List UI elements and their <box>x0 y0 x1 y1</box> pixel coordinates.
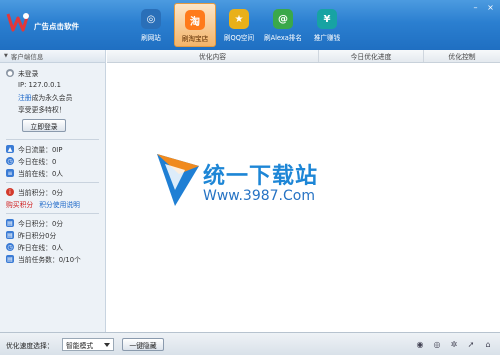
points-text: 当前积分：0分 <box>18 189 64 197</box>
globe-icon: ◎ <box>141 9 161 29</box>
money-icon: ¥ <box>317 9 337 29</box>
stat-row: ◷ 昨日在线：0人 <box>0 241 105 253</box>
nav-label: 刷Alexa排名 <box>263 34 302 42</box>
eye-icon[interactable]: ◎ <box>431 338 443 350</box>
watermark-logo-icon <box>157 154 199 206</box>
settings-icon[interactable]: ✲ <box>448 338 460 350</box>
register-text: 成为永久会员 <box>31 94 73 102</box>
register-link[interactable]: 注册 <box>18 92 32 102</box>
speed-label: 优化速度选择： <box>6 342 54 350</box>
privilege-text: 享受更多特权！ <box>0 103 105 115</box>
sidebar-header-label: 客户端信息 <box>10 53 44 61</box>
stat-row: ▤ 当前任务数：0/10个 <box>0 253 105 265</box>
divider <box>6 182 99 183</box>
nav-item-alexa[interactable]: @ 刷Alexa排名 <box>262 3 304 47</box>
stat-text: 当前在线：0人 <box>18 170 64 178</box>
watermark: 统一下载站 Www.3987.Com <box>155 150 345 220</box>
nav-label: 刷QQ空间 <box>223 34 255 42</box>
stat-row: ▤ 今日积分：0分 <box>0 217 105 229</box>
stat-text: 今日在线：0 <box>18 158 57 166</box>
watermark-url: Www.3987.Com <box>203 188 315 204</box>
points-links: 购买积分 积分使用说明 <box>0 198 105 210</box>
privilege-label: 享受更多特权！ <box>18 106 66 114</box>
speed-select[interactable]: 智能模式 <box>62 338 114 351</box>
window-controls: – × <box>466 2 496 13</box>
watermark-text: 统一下载站 <box>203 164 319 189</box>
qq-icon[interactable]: ◉ <box>414 338 426 350</box>
collapse-arrow-icon: ▼ <box>4 53 8 59</box>
status-bar: 优化速度选择： 智能模式 一键隐藏 ◉ ◎ ✲ ➚ ⌂ <box>0 332 500 355</box>
taobao-icon: 淘 <box>185 10 205 30</box>
close-button[interactable]: × <box>485 2 496 13</box>
alarm-clock-icon: ◷ <box>6 157 14 165</box>
stat-text: 昨日积分0分 <box>18 232 57 240</box>
points-row: i 当前积分：0分 <box>0 186 105 198</box>
nav-item-taobao[interactable]: 淘 刷淘宝店 <box>174 3 216 47</box>
rocket-icon[interactable]: ➚ <box>465 338 477 350</box>
nav-label: 刷网站 <box>141 34 161 42</box>
nav-item-earn[interactable]: ¥ 推广赚钱 <box>306 3 348 47</box>
ip-text: IP: 127.0.0.1 <box>18 81 61 89</box>
users-icon: ≡ <box>6 169 14 177</box>
stat-text: 今日积分：0分 <box>18 220 64 228</box>
speed-select-value: 智能模式 <box>66 341 94 350</box>
home-icon[interactable]: ⌂ <box>482 338 494 350</box>
at-sign-icon: @ <box>273 9 293 29</box>
minimize-button[interactable]: – <box>470 2 481 13</box>
stat-text: 当前任务数：0/10个 <box>18 256 81 264</box>
stat-row: ≡ 当前在线：0人 <box>0 167 105 179</box>
column-header-content[interactable]: 优化内容 <box>107 50 319 62</box>
chevron-down-icon <box>104 343 110 347</box>
nav-label: 刷淘宝店 <box>181 35 209 43</box>
login-status: ● 未登录 <box>0 67 105 79</box>
app-logo <box>6 13 30 32</box>
stat-text: 昨日在线：0人 <box>18 244 64 252</box>
points-help-link[interactable]: 积分使用说明 <box>39 199 80 209</box>
stat-text: 今日流量：0IP <box>18 146 63 154</box>
chart-icon: ▤ <box>6 255 14 263</box>
title-bar: 广告点击软件 ◎ 刷网站 淘 刷淘宝店 ★ 刷QQ空间 @ 刷Alexa排名 ¥… <box>0 0 500 50</box>
divider <box>6 139 99 140</box>
alarm-clock-icon: ◷ <box>6 243 14 251</box>
main-nav: ◎ 刷网站 淘 刷淘宝店 ★ 刷QQ空间 @ 刷Alexa排名 ¥ 推广赚钱 <box>130 3 350 47</box>
info-icon: i <box>6 188 14 196</box>
column-header-control[interactable]: 优化控制 <box>424 50 500 62</box>
hide-button[interactable]: 一键隐藏 <box>122 338 164 351</box>
table-header: 优化内容 今日优化进度 优化控制 <box>107 50 500 63</box>
divider <box>6 213 99 214</box>
ip-address: IP: 127.0.0.1 <box>0 79 105 91</box>
nav-item-qzone[interactable]: ★ 刷QQ空间 <box>218 3 260 47</box>
app-title: 广告点击软件 <box>34 22 79 31</box>
column-header-progress[interactable]: 今日优化进度 <box>319 50 424 62</box>
sidebar-header[interactable]: ▼ 客户端信息 <box>0 50 105 63</box>
star-icon: ★ <box>229 9 249 29</box>
buy-points-link[interactable]: 购买积分 <box>6 199 33 209</box>
register-prompt: 注册 成为永久会员 <box>0 91 105 103</box>
stat-row: ◷ 今日在线：0 <box>0 155 105 167</box>
chart-icon: ▤ <box>6 231 14 239</box>
status-icons: ◉ ◎ ✲ ➚ ⌂ <box>409 338 494 350</box>
login-status-text: 未登录 <box>18 70 39 78</box>
chart-icon: ▤ <box>6 219 14 227</box>
client-info-sidebar: ▼ 客户端信息 ● 未登录 IP: 127.0.0.1 注册 成为永久会员 享受… <box>0 50 106 332</box>
task-panel: 优化内容 今日优化进度 优化控制 统一下载站 Www.3987.Com <box>107 50 500 332</box>
stat-row: ▲ 今日流量：0IP <box>0 143 105 155</box>
user-icon: ● <box>6 69 14 77</box>
nav-item-website[interactable]: ◎ 刷网站 <box>130 3 172 47</box>
login-button[interactable]: 立即登录 <box>22 119 66 132</box>
stat-row: ▤ 昨日积分0分 <box>0 229 105 241</box>
nav-label: 推广赚钱 <box>313 34 341 42</box>
thumb-up-icon: ▲ <box>6 145 14 153</box>
